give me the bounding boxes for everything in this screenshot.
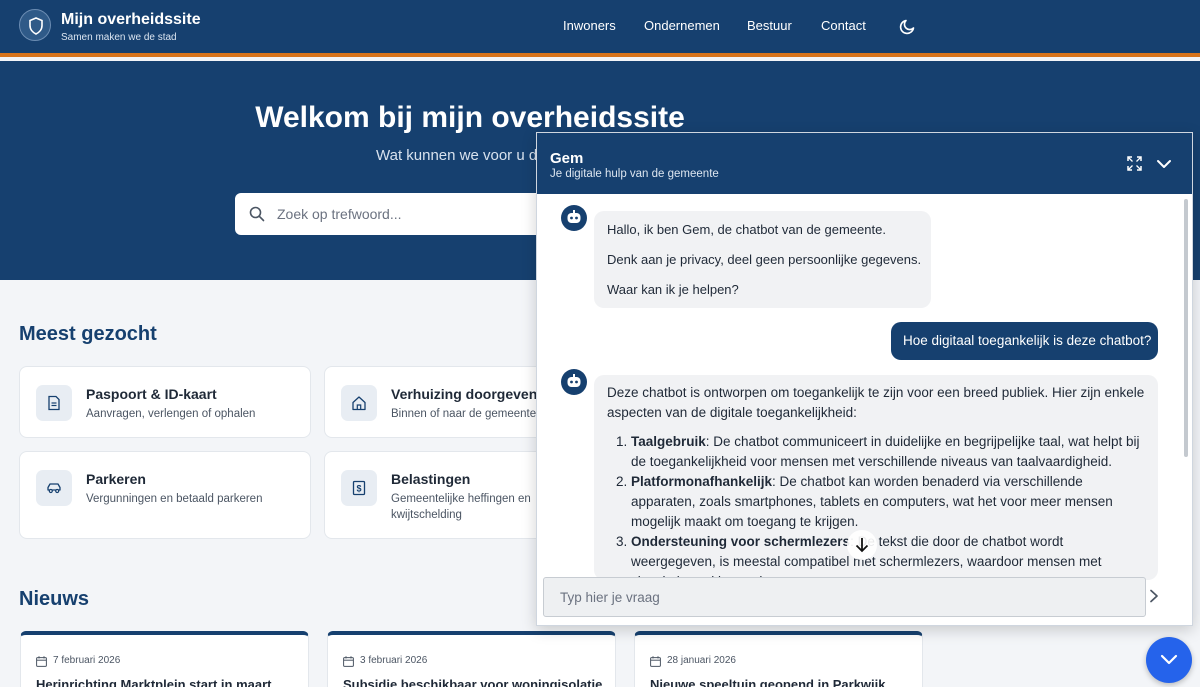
nav-bestuur[interactable]: Bestuur xyxy=(747,18,792,33)
card-belastingen[interactable]: $ Belastingen Gemeentelijke heffingen en… xyxy=(324,451,554,539)
news-date: 28 januari 2026 xyxy=(667,655,736,666)
news-title: Subsidie beschikbaar voor woningisolatie xyxy=(343,677,603,687)
news-card[interactable]: 28 januari 2026 Nieuwe speeltuin geopend… xyxy=(634,631,923,687)
bot-message-greeting: Hallo, ik ben Gem, de chatbot van de gem… xyxy=(594,211,931,308)
chat-subtitle: Je digitale hulp van de gemeente xyxy=(550,168,719,180)
shield-logo-icon[interactable] xyxy=(19,9,51,41)
site-subtitle: Samen maken we de stad xyxy=(61,32,177,43)
answer-item: Ondersteuning voor schermlezers: De teks… xyxy=(631,532,1147,580)
card-paspoort[interactable]: Paspoort & ID-kaart Aanvragen, verlengen… xyxy=(19,366,311,438)
dark-mode-moon-icon[interactable] xyxy=(899,17,917,35)
chat-title: Gem xyxy=(550,150,584,167)
calendar-icon xyxy=(36,654,47,672)
hero-title: Welkom bij mijn overheidssite xyxy=(255,101,685,134)
answer-list: Taalgebruik: De chatbot communiceert in … xyxy=(631,432,1147,580)
bot-avatar-icon xyxy=(561,369,587,395)
chevron-down-icon[interactable] xyxy=(1156,156,1172,177)
send-chevron-icon[interactable] xyxy=(1149,589,1159,608)
bot-avatar-icon xyxy=(561,205,587,231)
search-placeholder: Zoek op trefwoord... xyxy=(277,206,402,222)
bot-message-line: Hallo, ik ben Gem, de chatbot van de gem… xyxy=(607,222,886,237)
answer-item: Taalgebruik: De chatbot communiceert in … xyxy=(631,432,1147,472)
chat-scrollbar-thumb[interactable] xyxy=(1184,199,1188,457)
car-icon xyxy=(36,470,72,506)
card-description-line: kwijtschelding xyxy=(391,509,462,521)
chat-widget: Gem Je digitale hulp van de gemeente Hal… xyxy=(536,132,1193,626)
answer-item: Platformonafhankelijk: De chatbot kan wo… xyxy=(631,472,1147,532)
card-description: Vergunningen en betaald parkeren xyxy=(86,493,263,505)
card-title: Verhuizing doorgeven xyxy=(391,386,538,402)
news-heading: Nieuws xyxy=(19,588,90,610)
card-verhuizing[interactable]: Verhuizing doorgeven Binnen of naar de g… xyxy=(324,366,554,438)
bot-message-line: Waar kan ik je helpen? xyxy=(607,282,739,297)
news-card[interactable]: 7 februari 2026 Herinrichting Marktplein… xyxy=(20,631,309,687)
nav-contact[interactable]: Contact xyxy=(821,18,866,33)
card-description: Gemeentelijke heffingen en kwijtschelding xyxy=(391,491,531,523)
answer-term: Platformonafhankelijk xyxy=(631,474,773,489)
card-title: Belastingen xyxy=(391,471,471,487)
user-message: Hoe digitaal toegankelijk is deze chatbo… xyxy=(891,322,1158,360)
calendar-icon xyxy=(343,654,354,672)
bot-message-line: Denk aan je privacy, deel geen persoonli… xyxy=(607,252,922,267)
chat-input[interactable] xyxy=(560,578,1120,616)
card-description: Binnen of naar de gemeente xyxy=(391,408,537,420)
answer-intro: Deze chatbot is ontworpen om toegankelij… xyxy=(607,385,1145,420)
card-parkeren[interactable]: Parkeren Vergunningen en betaald parkere… xyxy=(19,451,311,539)
news-title: Herinrichting Marktplein start in maart xyxy=(36,677,272,687)
nav-ondernemen[interactable]: Ondernemen xyxy=(644,18,720,33)
hero-subtitle: Wat kunnen we voor u d xyxy=(376,147,538,164)
news-title: Nieuwe speeltuin geopend in Parkwijk xyxy=(650,677,886,687)
site-header: Mijn overheidssite Samen maken we de sta… xyxy=(0,0,1200,57)
document-icon xyxy=(36,385,72,421)
news-date: 3 februari 2026 xyxy=(360,655,428,666)
home-icon xyxy=(341,385,377,421)
expand-icon[interactable] xyxy=(1127,156,1142,176)
site-title[interactable]: Mijn overheidssite xyxy=(61,11,201,29)
answer-term: Taalgebruik xyxy=(631,434,706,449)
card-description-line: Gemeentelijke heffingen en xyxy=(391,493,531,505)
news-date: 7 februari 2026 xyxy=(53,655,121,666)
tax-icon: $ xyxy=(341,470,377,506)
news-card[interactable]: 3 februari 2026 Subsidie beschikbaar voo… xyxy=(327,631,616,687)
nav-inwoners[interactable]: Inwoners xyxy=(563,18,616,33)
chat-input-field[interactable] xyxy=(543,577,1146,617)
card-title: Paspoort & ID-kaart xyxy=(86,386,217,402)
chat-header: Gem Je digitale hulp van de gemeente xyxy=(537,133,1192,194)
answer-term: Ondersteuning voor schermlezers xyxy=(631,534,851,549)
card-title: Parkeren xyxy=(86,471,146,487)
chat-toggle-button[interactable] xyxy=(1146,637,1192,683)
card-description: Aanvragen, verlengen of ophalen xyxy=(86,408,256,420)
answer-text: : De chatbot communiceert in duidelijke … xyxy=(631,434,1140,469)
popular-heading: Meest gezocht xyxy=(19,323,157,345)
search-icon xyxy=(249,206,265,227)
scroll-down-arrow-icon[interactable] xyxy=(847,530,877,560)
calendar-icon xyxy=(650,654,661,672)
svg-text:$: $ xyxy=(356,484,361,494)
